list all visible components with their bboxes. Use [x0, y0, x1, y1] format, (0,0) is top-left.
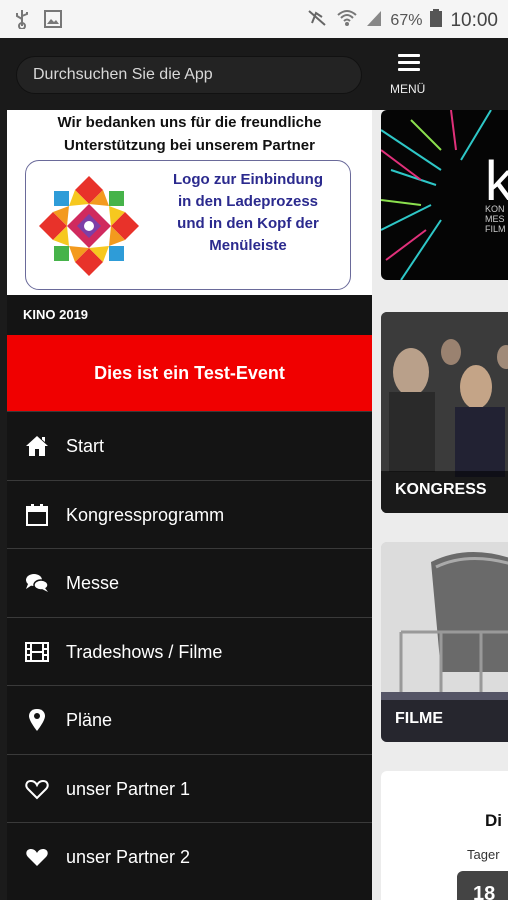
- card-kino-banner[interactable]: k KON MES FILM: [381, 110, 508, 280]
- nav-item-plaene[interactable]: Pläne: [7, 685, 372, 754]
- usb-icon: [14, 9, 30, 34]
- film-icon: [25, 641, 49, 662]
- countdown-value: 18: [457, 871, 508, 900]
- nav-item-label: unser Partner 1: [66, 778, 191, 799]
- status-bar: 67% 10:00: [0, 0, 508, 38]
- svg-text:k: k: [485, 149, 508, 212]
- nav-item-label: Kongressprogramm: [66, 504, 225, 525]
- battery-icon: [430, 9, 443, 33]
- partner-thanks-line1: Wir bedanken uns für die freundliche: [57, 114, 322, 131]
- nav-item-label: Start: [66, 436, 105, 456]
- hamburger-icon: [398, 54, 420, 75]
- event-title: KINO 2019: [7, 295, 372, 335]
- nav-item-label: unser Partner 2: [66, 847, 191, 867]
- partner-logo: Logo zur Einbindung in den Ladeprozess u…: [25, 160, 351, 290]
- chat-icon: [26, 574, 49, 592]
- image-icon: [44, 10, 62, 33]
- battery-percent: 67%: [390, 12, 423, 29]
- nav-item-partner-2[interactable]: unser Partner 2: [7, 822, 372, 891]
- drawer-menu: Start Kongressprogramm Messe Tradeshows …: [7, 411, 372, 891]
- heart-outline-icon: [25, 779, 49, 799]
- nav-item-partner-1[interactable]: unser Partner 1: [7, 753, 372, 823]
- card-kongress[interactable]: KONGRESS: [381, 312, 508, 513]
- nav-item-tradeshows[interactable]: Tradeshows / Filme: [7, 616, 372, 686]
- nav-item-kongressprogramm[interactable]: Kongressprogramm: [7, 479, 372, 549]
- map-marker-icon: [29, 709, 45, 731]
- nav-item-label: Pläne: [66, 710, 113, 730]
- nav-item-start[interactable]: Start: [7, 411, 372, 480]
- svg-text:MES: MES: [485, 214, 505, 224]
- countdown-unit: Tager: [467, 847, 500, 862]
- menu-label: MENÜ: [390, 82, 426, 96]
- partner-thanks-line2: Unterstützung bei unserem Partner: [64, 137, 315, 154]
- card-filme[interactable]: FILME: [381, 542, 508, 742]
- main-content: k KON MES FILM KONGRESS FILME Di Tager 1…: [372, 110, 508, 900]
- wifi-icon: [336, 8, 358, 34]
- home-icon: [26, 436, 48, 456]
- clock: 10:00: [450, 10, 498, 31]
- partner-logo-text: Logo zur Einbindung in den Ladeprozess u…: [173, 171, 323, 254]
- svg-text:FILM: FILM: [485, 224, 506, 234]
- nav-drawer: Wir bedanken uns für die freundliche Unt…: [7, 110, 372, 900]
- card-label: FILME: [395, 710, 443, 727]
- heart-icon: [26, 849, 48, 866]
- countdown-title: Di: [485, 811, 502, 830]
- partner-banner[interactable]: Wir bedanken uns für die freundliche Unt…: [7, 110, 372, 295]
- card-label: KONGRESS: [395, 481, 487, 498]
- search-input[interactable]: Durchsuchen Sie die App: [16, 56, 362, 94]
- partner-logo-mosaic-icon: [39, 176, 139, 276]
- app-header: Durchsuchen Sie die App MENÜ: [0, 38, 508, 110]
- menu-button[interactable]: MENÜ: [384, 50, 444, 100]
- svg-text:KON: KON: [485, 204, 505, 214]
- nav-item-messe[interactable]: Messe: [7, 548, 372, 617]
- signal-icon: [366, 9, 382, 33]
- nav-item-label: Messe: [66, 573, 120, 593]
- mute-icon: [306, 8, 328, 34]
- card-countdown: Di Tager 18: [381, 771, 508, 900]
- test-event-banner[interactable]: Dies ist ein Test-Event: [7, 335, 372, 411]
- banner-graphic: k KON MES FILM: [381, 110, 508, 280]
- nav-item-label: Tradeshows / Filme: [66, 641, 223, 662]
- calendar-icon: [26, 503, 48, 526]
